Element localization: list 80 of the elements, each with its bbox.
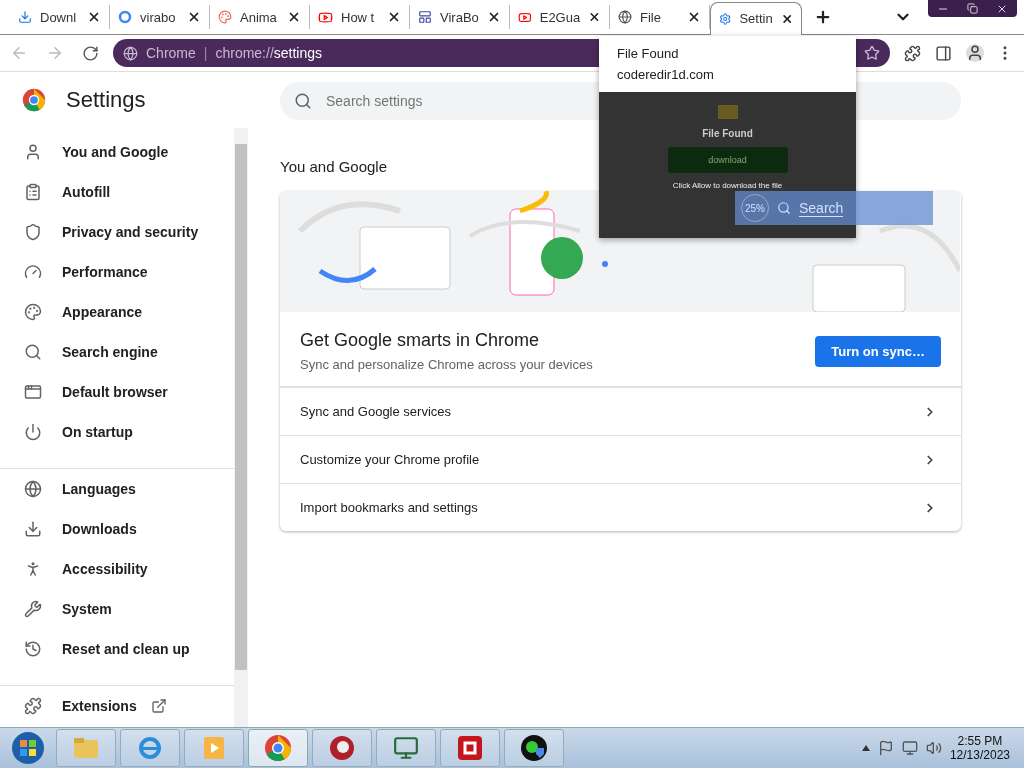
flag-icon[interactable] [877,740,894,756]
taskbar-app[interactable] [440,729,500,767]
sidebar-item[interactable]: On startup [0,412,234,452]
close-icon [87,10,101,24]
search-icon [294,92,312,110]
bookmark-star-icon[interactable] [864,45,880,61]
scrollbar[interactable] [234,128,248,727]
close-icon [187,10,201,24]
square-app-icon [457,735,483,761]
close-icon [487,10,501,24]
download-icon [18,10,32,24]
search-icon [24,343,42,361]
network-icon[interactable] [901,740,918,756]
sidebar-item[interactable]: System [0,589,234,629]
palette-icon [24,303,42,321]
media-player-icon [203,736,225,760]
globe-icon [24,480,42,498]
settings-row[interactable]: Import bookmarks and settings [280,483,961,531]
sidebar-item[interactable]: Accessibility [0,549,234,589]
new-tab-icon[interactable] [814,8,832,26]
globe-e-icon [137,735,163,761]
puzzle-icon [24,697,42,715]
overlay-search-field[interactable]: Search [799,199,844,217]
page-title: Settings [66,87,146,113]
sidebar-item[interactable]: Default browser [0,372,234,412]
sidebar-item[interactable]: Performance [0,252,234,292]
palette-icon [218,10,232,24]
monitor-icon [393,735,419,761]
address-separator: | [203,45,208,61]
restore-icon[interactable] [967,3,978,14]
preview-title: File Found [617,46,680,61]
promo-subtitle: Sync and personalize Chrome across your devices [300,357,594,372]
taskbar-app[interactable] [504,729,564,767]
sidebar-item[interactable]: Reset and clean up [0,629,234,669]
layout-icon [418,10,432,24]
clock[interactable]: 2:55 PM 12/13/2023 [949,734,1010,762]
globe-icon [618,10,632,24]
clipboard-icon [24,183,42,201]
history-icon [24,640,42,658]
side-panel-icon[interactable] [935,44,952,62]
tray-arrow-icon[interactable] [861,745,870,751]
browser-window-icon [24,383,42,401]
promo-title: Get Google smarts in Chrome [300,330,541,351]
sidebar-item[interactable]: Search engine [0,332,234,372]
volume-icon[interactable] [925,740,942,756]
preview-note: Click Allow to download the file [672,181,783,190]
settings-row[interactable]: Customize your Chrome profile [280,435,961,483]
power-icon [24,423,42,441]
settings-icon [719,11,732,26]
preview-url: coderedir1d.com [617,67,715,82]
extensions-icon[interactable] [904,44,921,62]
shield-icon [24,223,42,241]
sidebar-item[interactable]: Appearance [0,292,234,332]
sync-button[interactable]: Turn on sync… [815,335,941,367]
close-icon [687,10,701,24]
preview-page-title: File Found [702,128,753,139]
settings-row[interactable]: Sync and Google services [280,387,961,435]
disc-app-icon [328,734,356,762]
close-icon [588,10,601,24]
search-icon[interactable] [777,201,791,215]
close-icon [387,10,401,24]
sidebar-item[interactable]: Extensions [0,685,234,726]
person-icon [24,143,42,161]
gauge-icon [24,263,42,281]
reload-icon[interactable] [82,44,99,62]
sidebar-item[interactable]: Downloads [0,509,234,549]
external-link-icon[interactable] [150,698,167,714]
address-origin: Chrome [146,45,196,61]
sidebar-item[interactable]: Privacy and security [0,212,234,252]
browser-tab[interactable]: Settin [710,1,802,35]
profile-icon[interactable] [966,44,984,62]
sidebar-item[interactable]: You and Google [0,132,234,172]
download-icon [24,520,42,538]
wrench-icon [24,600,42,618]
address-url: chrome://settings [215,45,323,61]
chrome-icon [264,734,292,762]
close-icon [287,10,301,24]
sidebar-item[interactable]: Autofill [0,172,234,212]
section-title: You and Google [280,158,388,175]
video-icon [318,9,333,25]
